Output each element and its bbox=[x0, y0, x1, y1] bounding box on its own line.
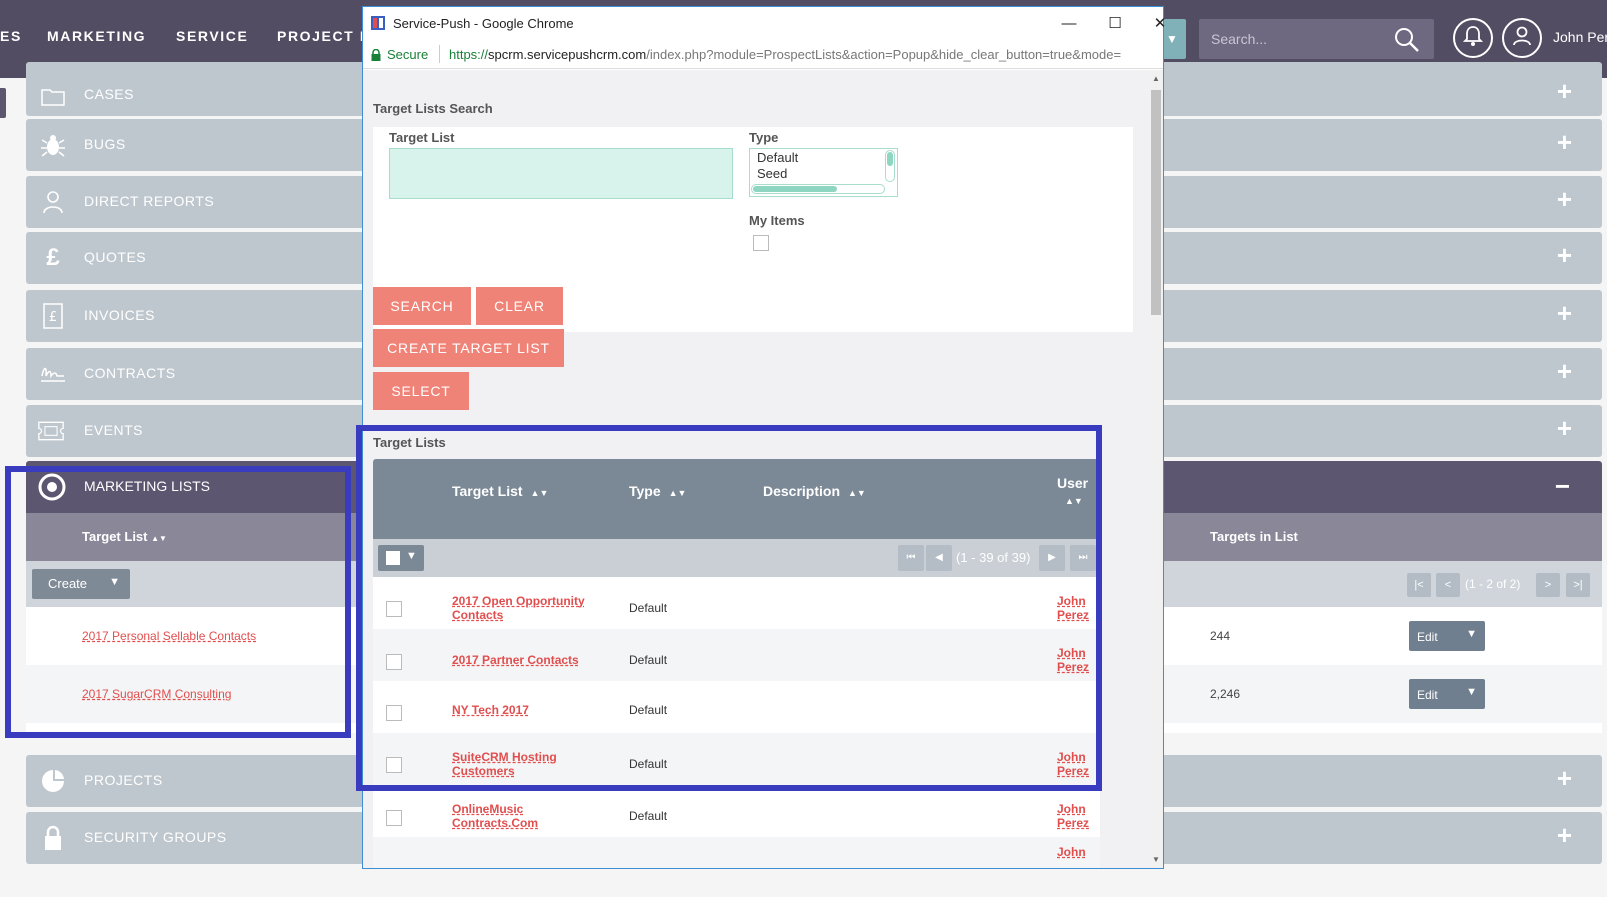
secure-label: Secure bbox=[387, 47, 429, 62]
target-list-search-input[interactable] bbox=[389, 148, 733, 199]
person-icon bbox=[40, 189, 66, 215]
subpanel-label: CASES bbox=[84, 86, 134, 102]
select-horizontal-scrollbar[interactable] bbox=[751, 184, 885, 194]
sidebar-toggle-tab[interactable] bbox=[0, 88, 6, 118]
lock-icon bbox=[371, 48, 381, 66]
nav-item-partial[interactable]: ES bbox=[0, 28, 22, 44]
my-items-label: My Items bbox=[749, 213, 805, 228]
user-link[interactable]: John bbox=[1057, 845, 1097, 859]
clear-button[interactable]: CLEAR bbox=[476, 287, 563, 325]
search-button[interactable]: SEARCH bbox=[373, 287, 471, 325]
svg-text:£: £ bbox=[49, 310, 57, 325]
select-vertical-scrollbar[interactable] bbox=[885, 150, 895, 182]
close-icon[interactable]: ✕ bbox=[1143, 11, 1177, 35]
signature-icon bbox=[40, 361, 66, 387]
invoice-icon: £ bbox=[40, 303, 66, 329]
pager-text: (1 - 2 of 2) bbox=[1465, 577, 1521, 591]
maximize-icon[interactable]: ☐ bbox=[1098, 11, 1132, 35]
window-title: Service-Push - Google Chrome bbox=[393, 16, 574, 31]
my-items-checkbox[interactable] bbox=[753, 235, 769, 251]
subpanel-label: QUOTES bbox=[84, 249, 147, 265]
url-text[interactable]: https://spcrm.servicepushcrm.com/index.p… bbox=[449, 47, 1155, 62]
row-checkbox[interactable] bbox=[386, 810, 402, 826]
user-menu-button[interactable] bbox=[1502, 18, 1542, 58]
expand-icon[interactable]: + bbox=[1557, 822, 1572, 848]
create-target-list-button[interactable]: CREATE TARGET LIST bbox=[373, 329, 564, 367]
expand-icon[interactable]: + bbox=[1557, 415, 1572, 441]
global-search-input[interactable] bbox=[1211, 29, 1381, 49]
nav-item-project[interactable]: PROJECT M bbox=[277, 28, 373, 44]
target-list-field-label: Target List bbox=[389, 130, 455, 145]
subpanel-label: INVOICES bbox=[84, 307, 155, 323]
search-section-title: Target Lists Search bbox=[373, 101, 493, 116]
expand-icon[interactable]: + bbox=[1557, 78, 1572, 104]
target-list-link[interactable]: OnlineMusic Contracts.Com bbox=[452, 802, 602, 830]
minimize-icon[interactable]: — bbox=[1052, 11, 1086, 35]
expand-icon[interactable]: + bbox=[1557, 765, 1572, 791]
bell-icon bbox=[1462, 25, 1484, 52]
subpanel-label: PROJECTS bbox=[84, 772, 163, 788]
expand-icon[interactable]: + bbox=[1557, 242, 1572, 268]
edit-button[interactable]: Edit ▼ bbox=[1409, 679, 1485, 709]
type-field-label: Type bbox=[749, 130, 779, 145]
scroll-down-icon: ▼ bbox=[1152, 855, 1160, 864]
lock-icon bbox=[40, 825, 66, 851]
expand-icon[interactable]: + bbox=[1557, 186, 1572, 212]
nav-item-marketing[interactable]: MARKETING bbox=[47, 28, 146, 44]
col-header-targets-in-list[interactable]: Targets in List bbox=[1210, 529, 1298, 544]
pager-prev-button[interactable]: < bbox=[1436, 573, 1460, 597]
select-button[interactable]: SELECT bbox=[373, 372, 469, 410]
caret-down-icon: ▼ bbox=[1466, 628, 1477, 640]
targets-count: 244 bbox=[1210, 629, 1231, 643]
table-row: John bbox=[373, 837, 1100, 868]
pager-next-button[interactable]: > bbox=[1536, 573, 1560, 597]
user-icon bbox=[1511, 25, 1533, 52]
subpanel-label: DIRECT REPORTS bbox=[84, 193, 215, 209]
highlight-box bbox=[356, 425, 1102, 791]
edit-button[interactable]: Edit ▼ bbox=[1409, 621, 1485, 651]
global-search-box bbox=[1199, 19, 1434, 59]
caret-down-icon: ▼ bbox=[1466, 686, 1477, 698]
pie-icon bbox=[40, 768, 66, 794]
type-option-seed[interactable]: Seed bbox=[757, 166, 787, 181]
highlight-box bbox=[5, 466, 351, 738]
address-bar[interactable]: Secure https://spcrm.servicepushcrm.com/… bbox=[363, 39, 1163, 69]
search-icon[interactable] bbox=[1394, 27, 1420, 58]
collapse-icon[interactable]: − bbox=[1555, 471, 1570, 502]
ticket-icon bbox=[38, 418, 64, 444]
folder-icon bbox=[40, 84, 66, 110]
type-value: Default bbox=[629, 809, 668, 823]
pager-last-button[interactable]: >| bbox=[1566, 573, 1590, 597]
nav-item-service[interactable]: SERVICE bbox=[176, 28, 248, 44]
bug-icon bbox=[40, 132, 66, 158]
subpanel-label: SECURITY GROUPS bbox=[84, 829, 227, 845]
window-titlebar[interactable]: Service-Push - Google Chrome — ☐ ✕ bbox=[363, 7, 1166, 39]
user-link[interactable]: John Perez bbox=[1057, 802, 1097, 830]
expand-icon[interactable]: + bbox=[1557, 358, 1572, 384]
pound-icon: £ bbox=[46, 244, 60, 271]
popup-scrollbar[interactable]: ▲ ▼ bbox=[1149, 70, 1163, 868]
targets-count: 2,246 bbox=[1210, 687, 1241, 701]
expand-icon[interactable]: + bbox=[1557, 300, 1572, 326]
scroll-up-icon: ▲ bbox=[1152, 74, 1160, 83]
notifications-button[interactable] bbox=[1453, 18, 1493, 58]
subpanel-label: BUGS bbox=[84, 136, 126, 152]
app-icon bbox=[371, 16, 385, 30]
scroll-thumb bbox=[1151, 90, 1161, 315]
subpanel-label: EVENTS bbox=[84, 422, 144, 438]
subpanel-label: CONTRACTS bbox=[84, 365, 176, 381]
table-row: OnlineMusic Contracts.Com Default John Per… bbox=[373, 785, 1100, 837]
pager-first-button[interactable]: |< bbox=[1407, 573, 1431, 597]
expand-icon[interactable]: + bbox=[1557, 129, 1572, 155]
type-multiselect[interactable]: Default Seed bbox=[749, 148, 898, 197]
username-label[interactable]: John Perez bbox=[1553, 29, 1607, 45]
type-option-default[interactable]: Default bbox=[757, 150, 798, 165]
